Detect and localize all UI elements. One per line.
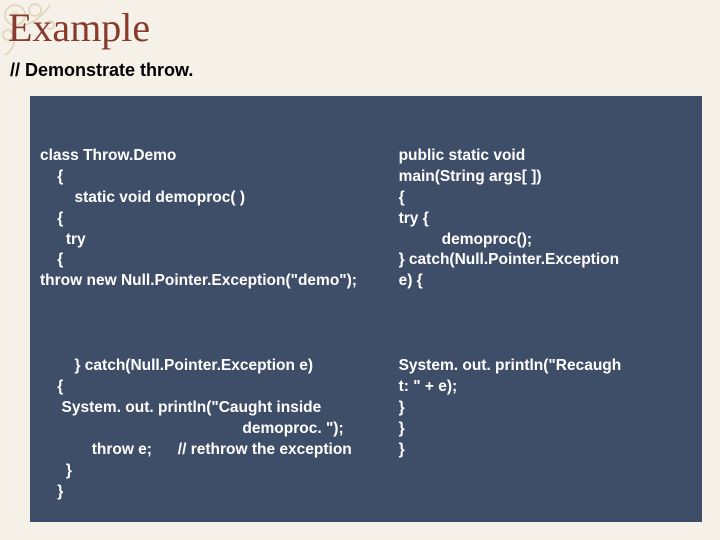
code-column-right: public static void main(String args[ ]) …	[399, 104, 692, 514]
code-block: public static void main(String args[ ]) …	[399, 146, 692, 292]
slide: Example // Demonstrate throw. class Thro…	[0, 0, 720, 540]
code-box: class Throw.Demo { static void demoproc(…	[30, 96, 702, 522]
code-block: System. out. println("Recaugh t: " + e);…	[399, 356, 692, 461]
code-block: } catch(Null.Pointer.Exception e) { Syst…	[40, 356, 393, 502]
slide-subtitle: // Demonstrate throw.	[10, 60, 193, 81]
code-column-left: class Throw.Demo { static void demoproc(…	[40, 104, 399, 514]
code-block: class Throw.Demo { static void demoproc(…	[40, 146, 393, 292]
slide-title: Example	[8, 4, 150, 51]
